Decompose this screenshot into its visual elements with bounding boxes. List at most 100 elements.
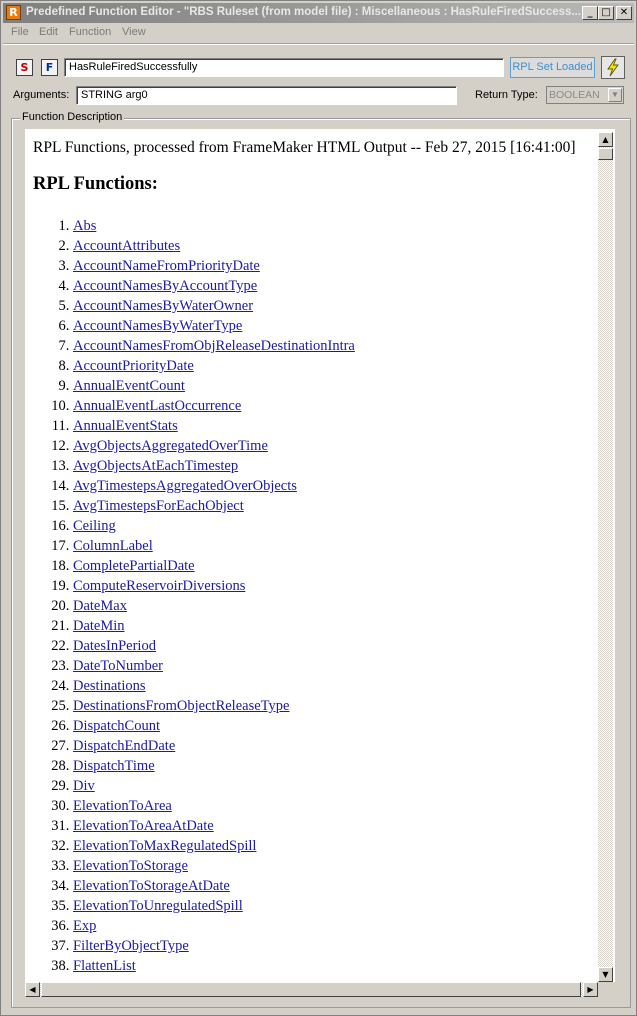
scroll-right-icon[interactable]: ▶ [583,982,598,997]
function-list-item: AccountNamesByAccountType [73,276,615,296]
function-link[interactable]: AvgObjectsAggregatedOverTime [73,438,268,454]
function-link[interactable]: AccountAttributes [73,238,180,254]
function-list-item: DispatchEndDate [73,736,615,756]
function-link[interactable]: ColumnLabel [73,538,153,554]
lightning-button[interactable] [601,56,625,79]
function-list-item: DispatchCount [73,716,615,736]
function-link[interactable]: Ceiling [73,518,116,534]
doc-heading: RPL Functions: [33,174,158,194]
function-link[interactable]: AccountNameFromPriorityDate [73,258,260,274]
function-list-item: ElevationToAreaAtDate [73,816,615,836]
function-list-item: ElevationToStorageAtDate [73,876,615,896]
function-link[interactable]: ElevationToAreaAtDate [73,818,214,834]
function-link[interactable]: Abs [73,218,96,234]
function-list-item: AccountNamesByWaterType [73,316,615,336]
rpl-set-loaded-button[interactable]: RPL Set Loaded [510,57,595,78]
function-link[interactable]: Exp [73,918,96,934]
function-link[interactable]: ComputeReservoirDiversions [73,578,245,594]
menu-function[interactable]: Function [69,26,111,38]
function-link[interactable]: Destinations [73,678,146,694]
function-link[interactable]: AccountNamesByWaterType [73,318,242,334]
app-icon: R [6,5,21,20]
function-link[interactable]: AccountNamesFromObjReleaseDestinationInt… [73,338,355,354]
function-link[interactable]: ElevationToUnregulatedSpill [73,898,243,914]
function-link[interactable]: ElevationToArea [73,798,172,814]
function-list-item: AnnualEventCount [73,376,615,396]
function-link[interactable]: FilterByObjectType [73,938,189,954]
horizontal-scrollbar[interactable]: ◀ ▶ [25,982,598,997]
function-link[interactable]: AvgTimestepsAggregatedOverObjects [73,478,297,494]
function-list-item: CompletePartialDate [73,556,615,576]
menu-bar: File Edit Function View [3,24,634,42]
function-link[interactable]: ElevationToStorageAtDate [73,878,230,894]
function-link[interactable]: DateMin [73,618,125,634]
function-list-item: FilterByObjectType [73,936,615,956]
function-list-item: Exp [73,916,615,936]
function-link[interactable]: ElevationToStorage [73,858,188,874]
function-link[interactable]: DateToNumber [73,658,163,674]
scroll-down-icon[interactable]: ▼ [598,967,613,982]
menu-edit[interactable]: Edit [39,26,58,38]
function-list-item: ElevationToMaxRegulatedSpill [73,836,615,856]
function-list-item: DateToNumber [73,656,615,676]
return-type-select[interactable]: BOOLEAN ▼ [546,86,624,104]
function-list-item: DateMax [73,596,615,616]
function-list-item: Ceiling [73,516,615,536]
function-link[interactable]: AnnualEventCount [73,378,185,394]
function-list-item: Abs [73,216,615,236]
function-link[interactable]: DispatchTime [73,758,155,774]
function-link[interactable]: FlattenList [73,958,136,974]
predefined-function-editor-window: R Predefined Function Editor - "RBS Rule… [0,0,637,1016]
arguments-field[interactable]: STRING arg0 [76,86,457,105]
function-list-item: AccountNamesFromObjReleaseDestinationInt… [73,336,615,356]
menu-view[interactable]: View [122,26,146,38]
return-type-value: BOOLEAN [549,89,600,101]
function-link[interactable]: DispatchEndDate [73,738,175,754]
function-list-item: DatesInPeriod [73,636,615,656]
function-list-item: AnnualEventStats [73,416,615,436]
function-list-item: ComputeReservoirDiversions [73,576,615,596]
function-link[interactable]: DateMax [73,598,127,614]
function-link[interactable]: AnnualEventLastOccurrence [73,398,241,414]
function-link[interactable]: DestinationsFromObjectReleaseType [73,698,289,714]
function-list-item: AvgObjectsAtEachTimestep [73,456,615,476]
function-link[interactable]: AvgTimestepsForEachObject [73,498,244,514]
s-button[interactable]: S [16,59,33,76]
close-button[interactable]: ✕ [616,6,632,20]
title-bar[interactable]: R Predefined Function Editor - "RBS Rule… [3,3,634,23]
function-list-item: AnnualEventLastOccurrence [73,396,615,416]
function-link[interactable]: DatesInPeriod [73,638,156,654]
function-link[interactable]: AccountPriorityDate [73,358,194,374]
function-name-field[interactable]: HasRuleFiredSuccessfully [64,58,504,77]
function-link[interactable]: CompletePartialDate [73,558,195,574]
function-list: Abs AccountAttributes AccountNameFromPrior… [33,216,615,976]
function-link[interactable]: AvgObjectsAtEachTimestep [73,458,238,474]
scrollbar-corner [598,982,613,997]
function-link[interactable]: AnnualEventStats [73,418,178,434]
arguments-label: Arguments: [13,89,70,101]
function-link[interactable]: Div [73,778,95,794]
menu-separator [3,43,634,45]
horizontal-scroll-thumb[interactable] [41,982,581,997]
chevron-down-icon[interactable]: ▼ [608,88,622,102]
function-list-item: AccountPriorityDate [73,356,615,376]
vertical-scrollbar[interactable]: ▲ ▼ [598,132,613,982]
function-list-item: AccountAttributes [73,236,615,256]
function-link[interactable]: DispatchCount [73,718,160,734]
maximize-button[interactable]: □ [598,6,614,20]
function-link[interactable]: AccountNamesByWaterOwner [73,298,253,314]
lightning-icon [607,58,619,77]
function-list-item: AccountNameFromPriorityDate [73,256,615,276]
function-link[interactable]: AccountNamesByAccountType [73,278,257,294]
minimize-button[interactable]: _ [582,6,598,20]
vertical-scroll-thumb[interactable] [598,148,613,160]
description-viewer[interactable]: RPL Functions, processed from FrameMaker… [25,129,615,982]
function-link[interactable]: ElevationToMaxRegulatedSpill [73,838,256,854]
f-button[interactable]: F [41,59,58,76]
function-list-item: AvgTimestepsForEachObject [73,496,615,516]
scroll-up-icon[interactable]: ▲ [598,132,613,147]
function-list-item: AvgObjectsAggregatedOverTime [73,436,615,456]
scroll-left-icon[interactable]: ◀ [25,982,40,997]
window-title: Predefined Function Editor - "RBS Rulese… [26,6,581,18]
menu-file[interactable]: File [11,26,29,38]
